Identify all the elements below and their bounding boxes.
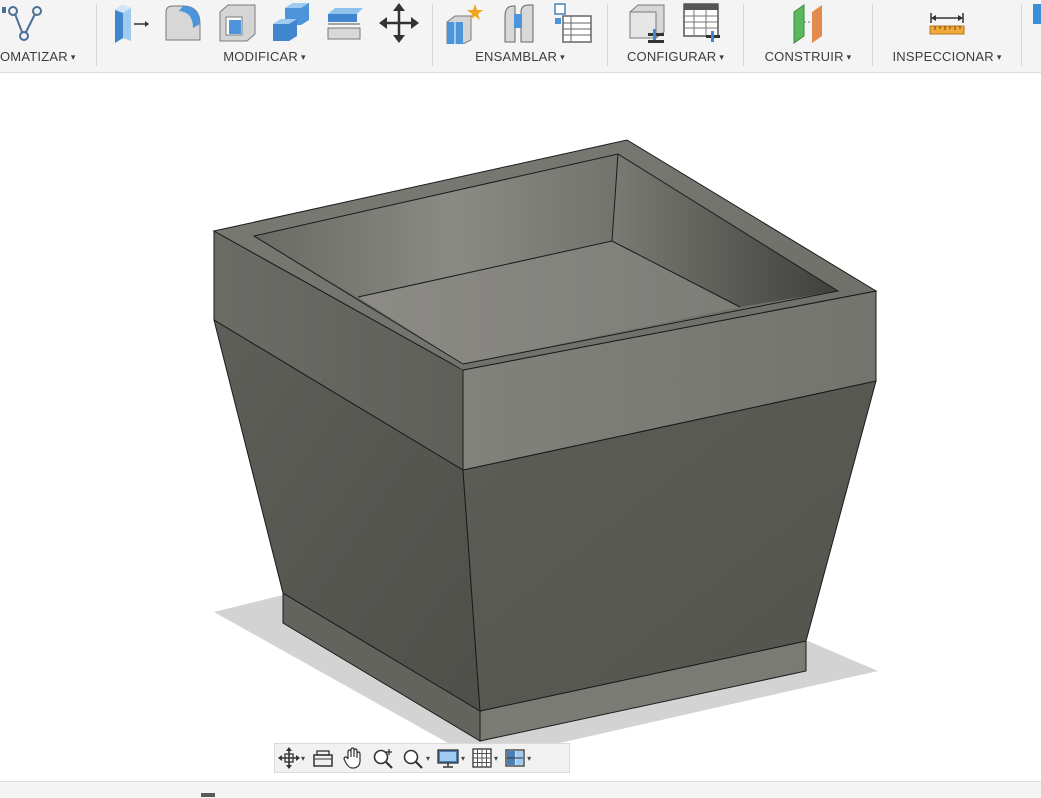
group-inspeccionar: INSPECCIONAR ▾ (873, 0, 1021, 72)
group-label-inspeccionar[interactable]: INSPECCIONAR ▾ (873, 49, 1021, 64)
chevron-down-icon: ▾ (996, 52, 1002, 62)
group-label-automatizar[interactable]: OMATIZAR ▾ (0, 49, 95, 64)
group-automatizar: OMATIZAR ▾ (0, 0, 95, 72)
chevron-down-icon[interactable]: ▾ (494, 754, 498, 763)
chevron-down-icon[interactable]: ▾ (461, 754, 465, 763)
parameters-table-icon (683, 3, 720, 42)
measure-tool[interactable] (927, 2, 967, 44)
chevron-down-icon: ▾ (719, 52, 725, 62)
joint-tool[interactable] (499, 2, 539, 44)
combine-icon (273, 3, 309, 41)
orbit-icon (278, 747, 300, 769)
look-at-button[interactable] (311, 745, 335, 771)
group-label-configurar[interactable]: CONFIGURAR ▾ (608, 49, 743, 64)
view-navigation-bar: ▾ ▾ ▾ ▾ ▾ (274, 743, 570, 773)
move-tool[interactable] (379, 2, 419, 44)
shell-tool[interactable] (217, 2, 257, 44)
chevron-down-icon: ▾ (846, 52, 852, 62)
parameters-table-tool[interactable] (682, 2, 722, 44)
offset-plane-tool[interactable] (788, 2, 828, 44)
zoom-icon (373, 749, 393, 769)
group-construir: CONSTRUIR ▾ (744, 0, 872, 72)
sketch-constraint-tool[interactable] (2, 2, 42, 44)
overflow-tool-edge[interactable] (1033, 4, 1041, 24)
combine-tool[interactable] (271, 2, 311, 44)
toolbar-separator (1021, 4, 1022, 66)
3d-viewport[interactable] (0, 73, 1041, 781)
zoom-window-icon (403, 749, 423, 769)
table-tool[interactable] (553, 2, 593, 44)
zoom-button[interactable] (371, 745, 395, 771)
display-settings-button[interactable]: ▾ (436, 745, 469, 771)
group-label-modificar[interactable]: MODIFICAR ▾ (97, 49, 432, 64)
fillet-icon (165, 5, 201, 41)
planter-model[interactable] (0, 73, 1041, 781)
configure-tool[interactable] (626, 2, 666, 44)
press-pull-icon (115, 5, 149, 43)
grid-icon (472, 748, 492, 768)
pan-button[interactable] (341, 745, 365, 771)
table-icon (554, 3, 592, 43)
replace-face-icon (327, 8, 363, 40)
status-bar (0, 781, 1041, 798)
display-settings-icon (437, 749, 459, 768)
group-configurar: CONFIGURAR ▾ (608, 0, 743, 72)
look-at-icon (313, 750, 333, 767)
pan-icon (343, 747, 361, 769)
chevron-down-icon[interactable]: ▾ (426, 754, 430, 763)
measure-icon (929, 13, 965, 35)
chevron-down-icon: ▾ (301, 52, 306, 62)
shell-icon (219, 4, 256, 42)
viewports-button[interactable]: ▾ (504, 745, 535, 771)
chevron-down-icon: ▾ (70, 52, 76, 62)
sketch-constraint-icon (2, 6, 42, 41)
zoom-window-button[interactable]: ▾ (401, 745, 434, 771)
chevron-down-icon: ▾ (560, 52, 565, 62)
move-icon (379, 3, 419, 43)
configure-icon (629, 4, 665, 43)
orbit-button[interactable]: ▾ (278, 745, 309, 771)
new-component-icon (446, 4, 483, 44)
joint-icon (504, 4, 534, 43)
viewports-icon (505, 749, 525, 767)
status-marker (201, 793, 215, 797)
replace-face-tool[interactable] (325, 2, 365, 44)
new-component-tool[interactable] (445, 2, 485, 44)
main-toolbar: OMATIZAR ▾ MODIFICAR ▾ ENSAMBLAR ▾ CONFI… (0, 0, 1041, 73)
chevron-down-icon[interactable]: ▾ (527, 754, 531, 763)
group-label-construir[interactable]: CONSTRUIR ▾ (744, 49, 872, 64)
press-pull-tool[interactable] (109, 2, 149, 44)
chevron-down-icon[interactable]: ▾ (301, 754, 305, 763)
grid-button[interactable]: ▾ (471, 745, 502, 771)
fillet-tool[interactable] (163, 2, 203, 44)
offset-plane-icon (793, 4, 822, 44)
group-label-ensamblar[interactable]: ENSAMBLAR ▾ (433, 49, 607, 64)
group-ensamblar: ENSAMBLAR ▾ (433, 0, 607, 72)
group-modificar: MODIFICAR ▾ (97, 0, 432, 72)
